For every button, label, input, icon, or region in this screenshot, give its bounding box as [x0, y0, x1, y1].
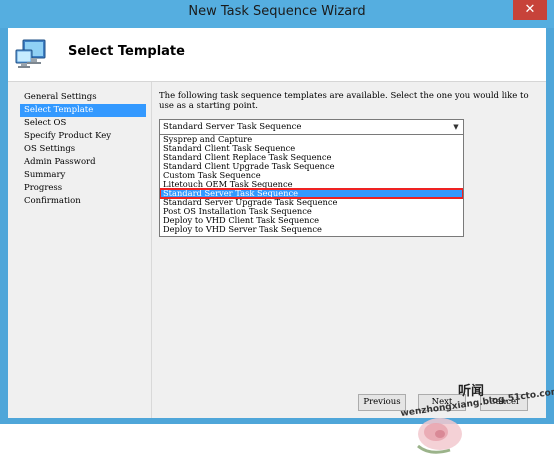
nav-item-select-template[interactable]: Select Template [20, 104, 146, 117]
nav-item-general-settings[interactable]: General Settings [20, 91, 146, 104]
computer-monitor-icon [15, 39, 46, 68]
nav-item-specify-product-key[interactable]: Specify Product Key [20, 130, 146, 143]
template-select[interactable]: Standard Server Task Sequence ▼ [159, 119, 464, 135]
nav-divider [151, 82, 152, 418]
wizard-step-list: General Settings Select Template Select … [20, 91, 146, 208]
close-button[interactable]: ✕ [513, 0, 547, 20]
chevron-down-icon[interactable]: ▼ [450, 120, 462, 134]
wizard-body: General Settings Select Template Select … [8, 82, 546, 454]
page-title: Select Template [68, 44, 185, 59]
template-dropdown-list: Sysprep and Capture Standard Client Task… [159, 134, 464, 237]
wizard-client-area: Select Template General Settings Select … [8, 28, 554, 454]
template-option[interactable]: Deploy to VHD Server Task Sequence [160, 225, 463, 234]
rose-watermark-icon [417, 418, 462, 454]
template-select-value: Standard Server Task Sequence [163, 122, 302, 132]
nav-item-os-settings[interactable]: OS Settings [20, 143, 146, 156]
nav-item-progress[interactable]: Progress [20, 182, 146, 195]
window-title: New Task Sequence Wizard [188, 4, 366, 19]
nav-item-summary[interactable]: Summary [20, 169, 146, 182]
nav-item-select-os[interactable]: Select OS [20, 117, 146, 130]
nav-item-admin-password[interactable]: Admin Password [20, 156, 146, 169]
wizard-header: Select Template [8, 28, 546, 82]
previous-button[interactable]: Previous [358, 394, 406, 411]
nav-item-confirmation[interactable]: Confirmation [20, 195, 146, 208]
template-description: The following task sequence templates ar… [159, 91, 529, 111]
watermark-cn-text: 听闻 [458, 384, 485, 399]
wizard-window: New Task Sequence Wizard ✕ Select Templa… [0, 0, 554, 454]
title-bar[interactable]: New Task Sequence Wizard ✕ [0, 0, 554, 28]
